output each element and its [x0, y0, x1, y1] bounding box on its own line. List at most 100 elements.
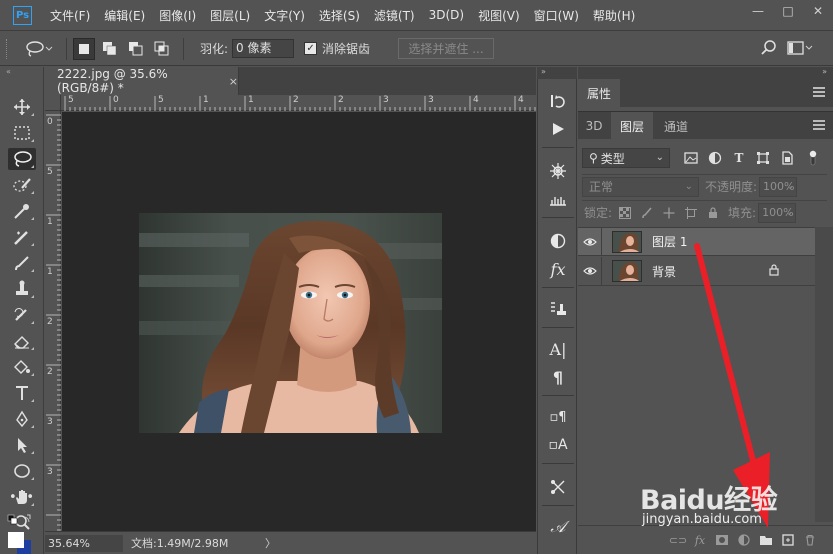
- ruler-vertical[interactable]: 0 5 1 1 2 2 3 3: [45, 111, 61, 531]
- menu-file[interactable]: 文件(F): [50, 7, 90, 24]
- tab-3d[interactable]: 3D: [578, 112, 610, 140]
- tab-channels[interactable]: 通道: [655, 112, 697, 140]
- workspace-switcher[interactable]: [787, 41, 813, 55]
- status-menu-arrow[interactable]: 〉: [265, 535, 276, 551]
- new-selection-button[interactable]: [73, 37, 95, 60]
- close-tab-icon[interactable]: ×: [229, 75, 238, 88]
- quick-selection-tool[interactable]: [8, 174, 36, 196]
- crop-tool[interactable]: [8, 200, 36, 222]
- maximize-button[interactable]: □: [773, 0, 803, 22]
- character-icon[interactable]: A|: [546, 337, 570, 361]
- menu-image[interactable]: 图像(I): [159, 7, 196, 24]
- menu-window[interactable]: 窗口(W): [534, 7, 579, 24]
- document-image[interactable]: [139, 213, 442, 433]
- clone-source-icon[interactable]: [546, 187, 570, 211]
- adjustments-icon[interactable]: [546, 229, 570, 253]
- move-tool[interactable]: [8, 96, 36, 118]
- image-filter-icon[interactable]: [682, 149, 700, 167]
- close-button[interactable]: ✕: [803, 0, 833, 22]
- minimize-button[interactable]: —: [743, 0, 773, 22]
- menu-select[interactable]: 选择(S): [319, 7, 360, 24]
- path-icon[interactable]: [546, 475, 570, 499]
- intersect-selection-button[interactable]: [151, 38, 173, 60]
- tool-preset-picker[interactable]: [24, 40, 60, 58]
- clone-stamp-tool[interactable]: [8, 278, 36, 300]
- lock-position-icon[interactable]: [660, 204, 678, 222]
- blend-mode-select[interactable]: 正常 ⌄: [582, 176, 699, 197]
- layer-style-icon[interactable]: fx: [689, 531, 711, 549]
- smart-object-filter-icon[interactable]: [778, 149, 796, 167]
- brush-tool[interactable]: [8, 252, 36, 274]
- layers-menu-icon[interactable]: [813, 120, 825, 130]
- layer-row[interactable]: 背景: [578, 256, 815, 286]
- layers-scrollbar[interactable]: [815, 227, 833, 522]
- eraser-tool[interactable]: [8, 330, 36, 352]
- ruler-horizontal[interactable]: 5 0 5 1 1 2 2 3 3 4 4: [61, 95, 536, 111]
- toolbox-collapse[interactable]: «: [0, 67, 43, 79]
- eye-icon[interactable]: [578, 227, 602, 256]
- history-brush-tool[interactable]: [8, 304, 36, 326]
- path-selection-tool[interactable]: [8, 434, 36, 456]
- feather-input[interactable]: 0 像素: [232, 39, 295, 58]
- add-selection-button[interactable]: [99, 38, 121, 60]
- menu-view[interactable]: 视图(V): [478, 7, 520, 24]
- pen-tool[interactable]: [8, 408, 36, 430]
- paint-bucket-tool[interactable]: [8, 356, 36, 378]
- new-layer-icon[interactable]: [777, 531, 799, 549]
- filter-toggle[interactable]: [804, 149, 822, 167]
- shape-tool[interactable]: [8, 460, 36, 482]
- lasso-tool[interactable]: [8, 148, 36, 170]
- opacity-input[interactable]: 100% ⌄: [759, 176, 798, 197]
- options-grip[interactable]: [6, 38, 10, 59]
- type-filter-icon[interactable]: T: [730, 149, 748, 167]
- properties-menu-icon[interactable]: [813, 87, 825, 97]
- lock-artboard-icon[interactable]: [682, 204, 700, 222]
- new-adjustment-layer-icon[interactable]: [733, 531, 755, 549]
- styles-icon[interactable]: fx: [546, 257, 570, 281]
- antialias-checkbox[interactable]: ✓: [304, 42, 318, 55]
- search-icon[interactable]: [761, 40, 777, 59]
- panel-dock-collapse[interactable]: »: [578, 67, 833, 79]
- fill-input[interactable]: 100% ⌄: [758, 202, 797, 223]
- layer-name[interactable]: 图层 1: [652, 233, 687, 250]
- play-icon[interactable]: [546, 117, 570, 141]
- tab-layers[interactable]: 图层: [611, 112, 653, 140]
- layer-name[interactable]: 背景: [652, 263, 676, 280]
- lock-all-icon[interactable]: [704, 204, 722, 222]
- tab-properties[interactable]: 属性: [578, 79, 620, 107]
- marquee-tool[interactable]: [8, 122, 36, 144]
- document-tab[interactable]: 2222.jpg @ 35.6%(RGB/8#) * ×: [45, 67, 239, 95]
- subtract-selection-button[interactable]: [125, 38, 147, 60]
- lock-image-pixels-icon[interactable]: [638, 204, 656, 222]
- paragraph-styles-icon[interactable]: ▫¶: [546, 405, 570, 429]
- select-and-mask-button[interactable]: 选择并遮住 ...: [398, 38, 495, 59]
- new-group-icon[interactable]: [755, 531, 777, 549]
- delete-layer-icon[interactable]: [799, 531, 821, 549]
- paragraph-icon[interactable]: ¶: [546, 365, 570, 389]
- menu-edit[interactable]: 编辑(E): [104, 7, 145, 24]
- document-info[interactable]: 文档:1.49M/2.98M: [131, 535, 251, 551]
- edit-toolbar-button[interactable]: •••: [8, 488, 36, 506]
- menu-3d[interactable]: 3D(D): [429, 8, 464, 22]
- menu-type[interactable]: 文字(Y): [264, 7, 305, 24]
- add-mask-icon[interactable]: [711, 531, 733, 549]
- character-styles-icon[interactable]: ▫A: [546, 433, 570, 457]
- history-icon[interactable]: [546, 89, 570, 113]
- menu-help[interactable]: 帮助(H): [593, 7, 635, 24]
- eye-icon[interactable]: [578, 256, 602, 286]
- layer-filter-kind-select[interactable]: ⚲ 类型 ⌄: [582, 148, 670, 168]
- icon-strip-collapse[interactable]: »: [537, 67, 577, 79]
- color-swatches[interactable]: [5, 512, 39, 554]
- brush-settings-icon[interactable]: [546, 159, 570, 183]
- ruler-origin[interactable]: [45, 95, 61, 111]
- glyphs-icon[interactable]: 𝒜: [546, 515, 570, 539]
- menu-filter[interactable]: 滤镜(T): [374, 7, 415, 24]
- tool-presets-icon[interactable]: [546, 297, 570, 321]
- adjustment-filter-icon[interactable]: [706, 149, 724, 167]
- healing-brush-tool[interactable]: [8, 226, 36, 248]
- shape-filter-icon[interactable]: [754, 149, 772, 167]
- type-tool[interactable]: [8, 382, 36, 404]
- menu-layer[interactable]: 图层(L): [210, 7, 250, 24]
- layer-row[interactable]: 图层 1: [578, 227, 815, 256]
- link-layers-icon[interactable]: ⊂⊃: [667, 531, 689, 549]
